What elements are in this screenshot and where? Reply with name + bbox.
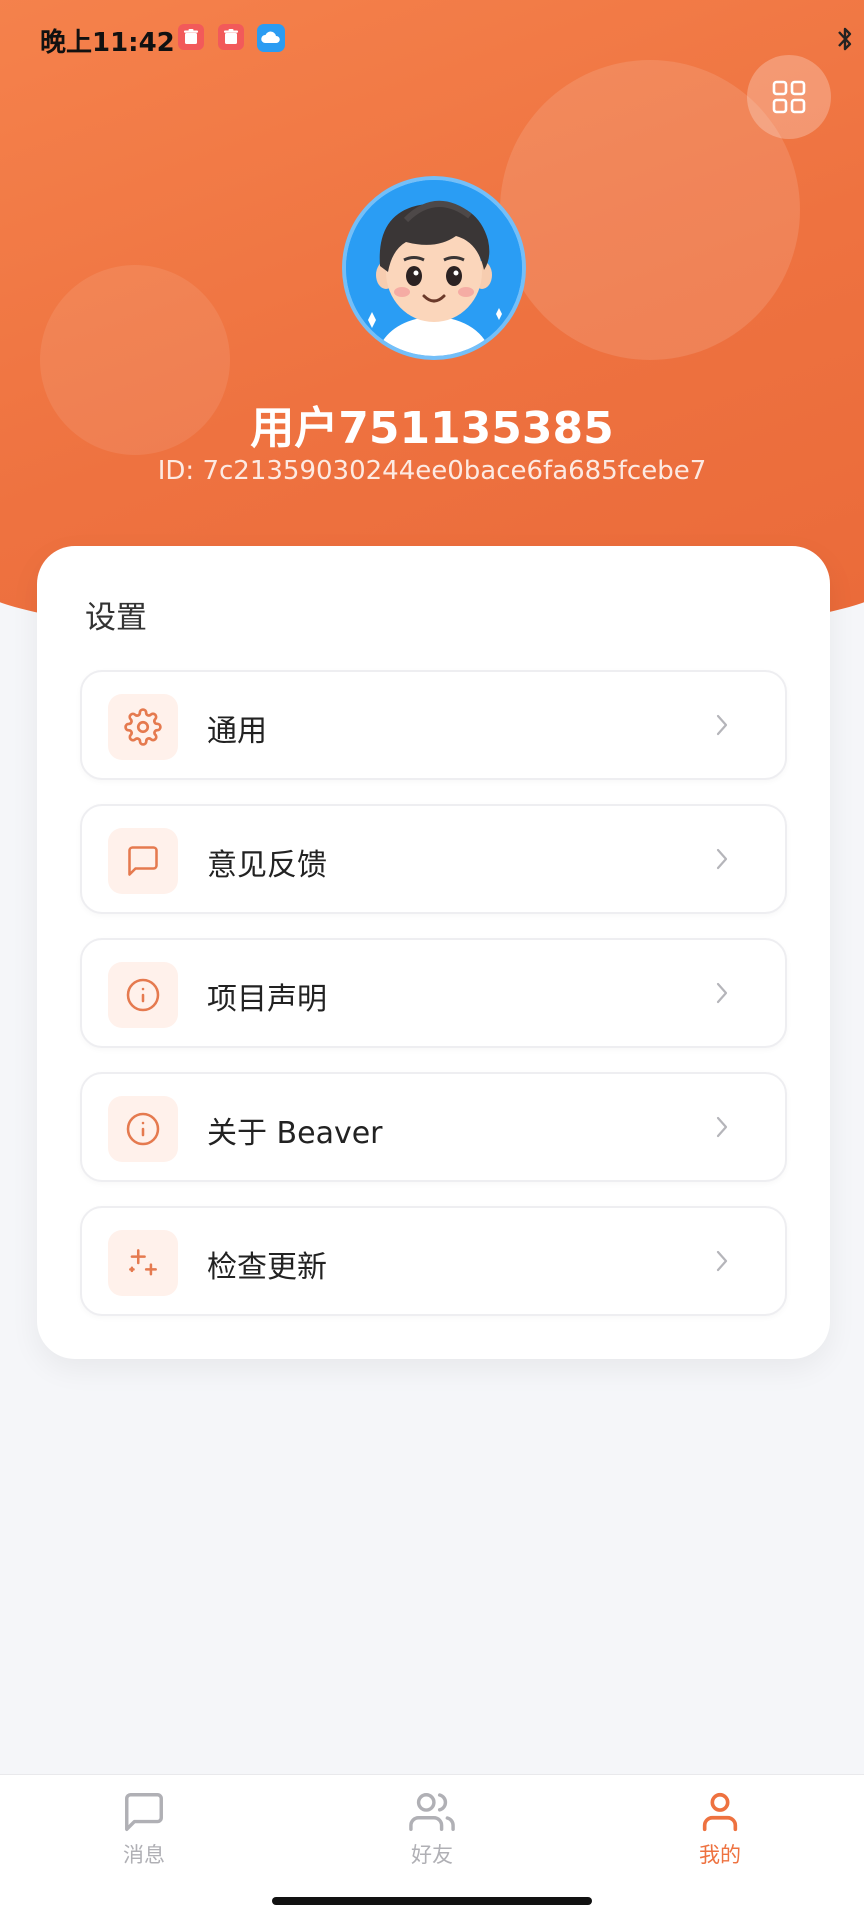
settings-item-label: 通用	[207, 714, 267, 749]
username: 用户751135385	[0, 392, 864, 456]
avatar[interactable]	[342, 176, 526, 360]
grid-menu-button[interactable]	[747, 55, 831, 139]
nav-tab-friends[interactable]: 好友	[362, 1789, 502, 1889]
chevron-right-icon	[715, 847, 729, 875]
users-icon	[409, 1793, 455, 1831]
settings-title: 设置	[85, 600, 147, 636]
settings-item-label: 检查更新	[207, 1250, 327, 1285]
chevron-right-icon	[715, 1115, 729, 1143]
chevron-right-icon	[715, 1249, 729, 1277]
home-indicator[interactable]	[272, 1897, 592, 1905]
status-bar: 晚上11:42	[0, 0, 864, 80]
nav-tab-messages[interactable]: 消息	[74, 1789, 214, 1889]
bluetooth-icon	[834, 24, 856, 58]
user-id: ID: 7c21359030244ee0bace6fa685fcebe7	[157, 456, 707, 486]
user-icon	[702, 1792, 738, 1832]
chevron-right-icon	[715, 713, 729, 741]
gear-icon	[108, 694, 178, 760]
message-square-icon	[125, 1793, 163, 1831]
trash-notification-icon	[218, 24, 244, 50]
nav-tab-mine[interactable]: 我的	[650, 1789, 790, 1889]
info-icon	[108, 962, 178, 1028]
nav-label: 好友	[411, 1843, 453, 1867]
settings-item-general[interactable]: 通用	[80, 670, 787, 780]
settings-item-project-statement[interactable]: 项目声明	[80, 938, 787, 1048]
message-square-icon	[108, 828, 178, 894]
grid-icon	[772, 80, 806, 114]
profile-screen: 晚上11:42 用户751135385 ID: 7c21359030244ee0…	[0, 0, 864, 1920]
settings-item-label: 项目声明	[207, 982, 327, 1017]
username-number: 751135385	[338, 403, 614, 454]
settings-item-about[interactable]: 关于 Beaver	[80, 1072, 787, 1182]
chevron-right-icon	[715, 981, 729, 1009]
nav-label: 消息	[123, 1843, 165, 1867]
trash-notification-icon	[178, 24, 204, 50]
sparkles-icon	[108, 1230, 178, 1296]
settings-item-label: 关于 Beaver	[207, 1116, 383, 1151]
username-prefix: 用户	[250, 403, 339, 454]
info-icon	[108, 1096, 178, 1162]
settings-card: 设置 通用 意见反馈 项目声明 关于 Beaver 检查更新	[37, 546, 830, 1359]
nav-label: 我的	[699, 1843, 741, 1867]
settings-item-feedback[interactable]: 意见反馈	[80, 804, 787, 914]
status-time: 晚上11:42	[40, 28, 175, 58]
settings-item-label: 意见反馈	[207, 848, 327, 883]
cloud-notification-icon	[257, 24, 285, 52]
settings-item-check-update[interactable]: 检查更新	[80, 1206, 787, 1316]
